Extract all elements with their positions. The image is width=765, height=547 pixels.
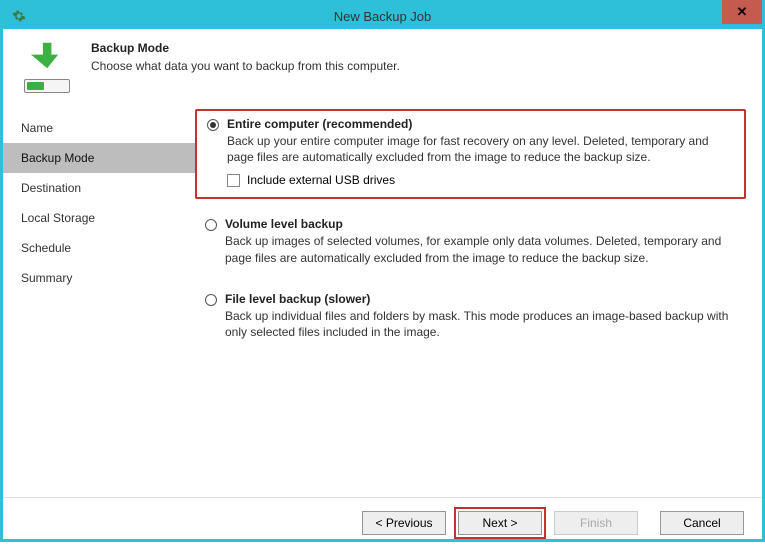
sidebar-item-schedule[interactable]: Schedule [3,233,195,263]
finish-button: Finish [554,511,638,535]
include-usb-row: Include external USB drives [227,173,734,187]
next-button[interactable]: Next > [458,511,542,535]
window-title: New Backup Job [3,9,762,24]
sidebar-item-local-storage[interactable]: Local Storage [3,203,195,233]
option-desc: Back up individual files and folders by … [225,308,736,340]
sidebar-item-destination[interactable]: Destination [3,173,195,203]
wizard-header: Backup Mode Choose what data you want to… [3,29,762,109]
radio-volume-level[interactable] [205,219,217,231]
option-desc: Back up your entire computer image for f… [227,133,734,165]
previous-button[interactable]: < Previous [362,511,446,535]
option-file-level: File level backup (slower) Back up indiv… [195,286,746,350]
content: Name Backup Mode Destination Local Stora… [3,109,762,497]
checkbox-label: Include external USB drives [247,173,395,187]
header-icon [21,41,73,101]
cancel-button[interactable]: Cancel [660,511,744,535]
dialog-window: New Backup Job ✕ Backup Mode Choose what… [0,0,765,542]
option-title: Volume level backup [225,217,736,231]
option-desc: Back up images of selected volumes, for … [225,233,736,265]
header-subtitle: Choose what data you want to backup from… [91,59,400,73]
sidebar-item-backup-mode[interactable]: Backup Mode [3,143,195,173]
main-panel: Entire computer (recommended) Back up yo… [195,109,762,497]
wizard-steps: Name Backup Mode Destination Local Stora… [3,109,195,497]
sidebar-item-summary[interactable]: Summary [3,263,195,293]
radio-entire-computer[interactable] [207,119,219,131]
next-button-highlight: Next > [454,507,546,539]
arrow-down-icon [28,41,66,75]
header-text: Backup Mode Choose what data you want to… [91,41,400,101]
title-bar: New Backup Job ✕ [3,3,762,29]
close-button[interactable]: ✕ [722,0,762,24]
header-title: Backup Mode [91,41,400,55]
drive-icon [24,79,70,93]
option-entire-computer: Entire computer (recommended) Back up yo… [195,109,746,199]
option-title: File level backup (slower) [225,292,736,306]
footer: < Previous Next > Finish Cancel [3,497,762,547]
radio-file-level[interactable] [205,294,217,306]
option-volume-level: Volume level backup Back up images of se… [195,211,746,275]
sidebar-item-name[interactable]: Name [3,113,195,143]
checkbox-include-usb[interactable] [227,174,240,187]
option-title: Entire computer (recommended) [227,117,734,131]
